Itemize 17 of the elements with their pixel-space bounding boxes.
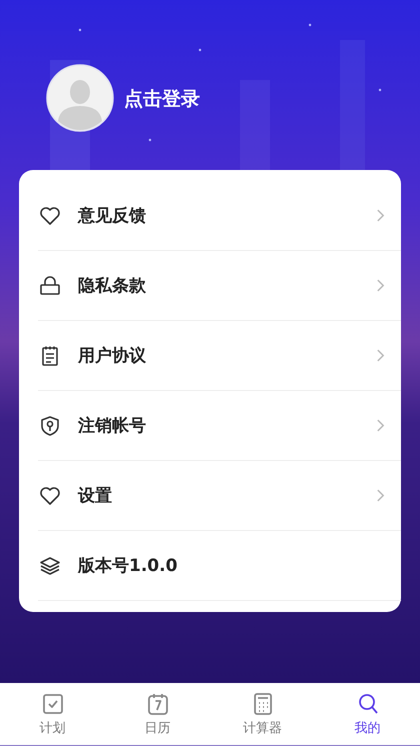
menu-item[interactable]: 注销帐号 <box>38 391 401 461</box>
login-link[interactable]: 点击登录 <box>124 86 200 112</box>
menu-item[interactable]: 用户协议 <box>38 321 401 391</box>
menu-label: 版本号1.0.0 <box>78 555 178 577</box>
tab[interactable]: 计划 <box>0 683 105 745</box>
menu-item[interactable]: 隐私条款 <box>38 251 401 321</box>
menu-label: 注销帐号 <box>78 415 147 437</box>
menu-label: 意见反馈 <box>78 205 147 227</box>
menu-label: 隐私条款 <box>78 275 147 297</box>
tab[interactable]: 日历 <box>105 683 210 745</box>
menu-item[interactable]: 设置 <box>38 461 401 531</box>
menu-label: 设置 <box>78 485 113 507</box>
menu-item[interactable]: 版本号1.0.0 <box>38 531 401 601</box>
menu-item[interactable]: 意见反馈 <box>38 181 401 251</box>
tab[interactable]: 我的 <box>315 683 420 745</box>
tab[interactable]: 计算器 <box>210 683 315 745</box>
menu-label: 用户协议 <box>78 345 147 367</box>
